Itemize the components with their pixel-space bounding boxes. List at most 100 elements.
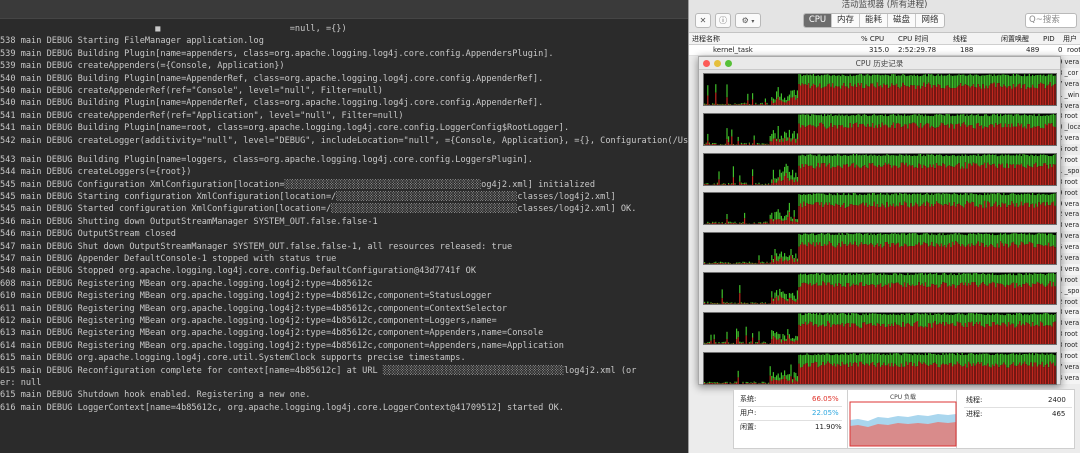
cpu-history-window[interactable]: CPU 历史记录 <box>698 56 1061 385</box>
system-load-bar <box>942 162 944 185</box>
system-load-bar <box>1044 206 1046 225</box>
system-load-bar <box>924 206 926 225</box>
user-load-bar <box>998 74 1000 84</box>
system-load-bar <box>934 127 936 145</box>
table-row[interactable]: kernel_task 315.0 2:52:29.78 188 489 0 r… <box>689 45 1080 56</box>
system-load-bar <box>848 244 850 265</box>
user-load-bar <box>963 155 965 169</box>
user-load-bar <box>979 155 981 167</box>
zoom-window-button[interactable] <box>725 60 732 67</box>
tab-energy[interactable]: 能耗 <box>860 14 888 27</box>
system-load-bar <box>982 326 984 344</box>
system-load-bar <box>707 183 709 185</box>
column-header-pid[interactable]: PID <box>1043 33 1055 45</box>
user-load-bar <box>1043 233 1045 247</box>
system-load-bar <box>913 362 915 384</box>
system-load-bar <box>750 303 752 304</box>
stop-process-button[interactable]: ✕ <box>695 13 711 28</box>
system-load-bar <box>897 206 899 225</box>
column-header-user[interactable]: 用户 <box>1063 33 1077 45</box>
column-header-process-name[interactable]: 进程名称 <box>692 33 720 45</box>
system-load-bar <box>931 204 933 225</box>
system-load-bar <box>956 123 958 145</box>
user-load-bar <box>865 195 867 204</box>
system-load-bar <box>782 179 784 185</box>
terminal-window[interactable]: ■ =null, ={}) 538 main DEBUG Starting Fil… <box>0 0 690 453</box>
system-load-bar <box>928 322 930 344</box>
user-load-bar <box>808 354 810 367</box>
system-load-bar <box>1028 365 1030 384</box>
system-load-bar <box>1052 362 1054 384</box>
system-load-bar <box>1016 282 1018 304</box>
system-load-bar <box>892 85 894 105</box>
user-load-bar <box>744 302 746 304</box>
user-load-bar <box>790 293 792 299</box>
system-load-bar <box>988 245 990 265</box>
system-load-bar <box>966 367 968 384</box>
system-load-bar <box>744 218 746 225</box>
user-load-bar <box>796 290 798 300</box>
system-load-bar <box>771 260 773 265</box>
action-menu-button[interactable]: ⚙ ▾ <box>735 13 761 28</box>
user-load-bar <box>785 338 787 341</box>
system-load-bar <box>841 167 843 185</box>
system-load-bar <box>937 203 939 225</box>
tab-cpu[interactable]: CPU <box>804 14 832 27</box>
system-load-bar <box>963 365 965 384</box>
column-header-idle-wakeups[interactable]: 闲置唤醒 <box>1001 33 1029 45</box>
user-load-bar <box>956 75 958 87</box>
user-load-bar <box>817 273 819 286</box>
user-load-bar <box>865 313 867 325</box>
tab-memory[interactable]: 内存 <box>832 14 860 27</box>
inspect-process-button[interactable]: ⓘ <box>715 13 731 28</box>
user-load-bar <box>822 353 824 362</box>
minimize-window-button[interactable] <box>714 60 721 67</box>
system-load-bar <box>868 323 870 344</box>
system-load-bar <box>878 124 880 145</box>
column-header-threads[interactable]: 线程 <box>953 33 967 45</box>
user-load-bar <box>774 99 776 103</box>
user-load-bar <box>1016 195 1018 204</box>
user-load-bar <box>835 155 837 167</box>
system-load-bar <box>753 223 755 225</box>
user-load-bar <box>889 75 891 87</box>
user-load-bar <box>812 274 814 285</box>
system-load-bar <box>996 364 998 384</box>
user-load-bar <box>969 312 971 323</box>
user-load-bar <box>990 193 992 208</box>
system-load-bar <box>1006 207 1008 225</box>
system-load-bar <box>963 85 965 105</box>
column-header-cpu[interactable]: % CPU <box>861 33 884 45</box>
system-load-bar <box>1020 201 1022 225</box>
system-load-bar <box>964 124 966 145</box>
system-load-bar <box>844 244 846 265</box>
system-load-bar <box>774 182 776 185</box>
user-load-bar <box>998 115 1000 124</box>
user-load-bar <box>876 234 878 244</box>
user-load-bar <box>1000 154 1002 165</box>
tab-disk[interactable]: 磁盘 <box>888 14 916 27</box>
system-load-bar <box>934 246 936 265</box>
system-load-bar <box>1036 166 1038 185</box>
user-load-bar <box>880 155 882 167</box>
user-load-bar <box>977 313 979 325</box>
system-load-bar <box>966 201 968 225</box>
column-header-cpu-time[interactable]: CPU 时间 <box>898 33 928 45</box>
user-load-bar <box>884 74 886 86</box>
system-load-bar <box>905 361 907 384</box>
tab-network[interactable]: 网络 <box>916 14 944 27</box>
search-input[interactable]: Q~搜索 <box>1025 13 1077 28</box>
system-load-bar <box>731 303 733 304</box>
system-load-bar <box>1017 84 1019 105</box>
system-load-bar <box>940 364 942 384</box>
user-load-bar <box>803 274 805 283</box>
user-load-bar <box>875 195 877 208</box>
close-window-button[interactable] <box>703 60 710 67</box>
system-load-bar <box>752 303 754 304</box>
system-load-bar <box>961 366 963 384</box>
user-load-bar <box>950 353 952 363</box>
system-load-bar <box>1025 128 1027 145</box>
user-load-bar <box>817 75 819 87</box>
user-load-bar <box>892 313 894 326</box>
user-load-bar <box>947 234 949 245</box>
